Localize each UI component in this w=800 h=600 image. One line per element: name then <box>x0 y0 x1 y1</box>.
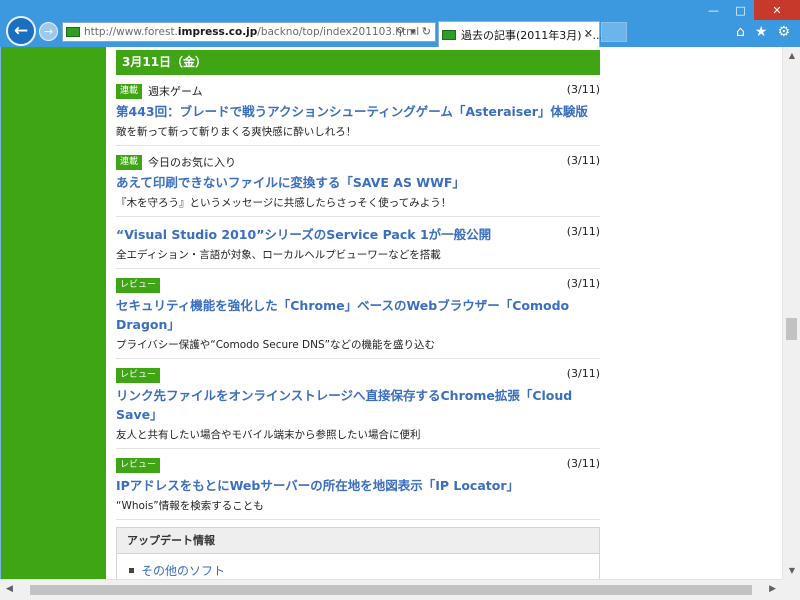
article-item: レビュー (3/11) リンク先ファイルをオンラインストレージへ直接保存するCh… <box>116 359 600 449</box>
search-icon[interactable]: ⚲ <box>396 25 404 38</box>
article-date: (3/11) <box>566 154 600 167</box>
scroll-left-icon[interactable]: ◀ <box>6 584 13 594</box>
address-bar[interactable]: http://www.forest.impress.co.jp/backno/t… <box>62 22 436 42</box>
back-button[interactable]: ← <box>6 16 36 46</box>
article-description: 敵を斬って斬って斬りまくる爽快感に酔いしれろ！ <box>116 126 357 138</box>
article-description: 『木を守ろう』というメッセージに共感したらさっそく使ってみよう！ <box>116 197 452 209</box>
scroll-down-icon[interactable]: ▼ <box>783 566 800 575</box>
url-text[interactable]: http://www.forest.impress.co.jp/backno/t… <box>84 26 419 38</box>
scroll-up-icon[interactable]: ▲ <box>783 51 800 60</box>
article-title-link[interactable]: IPアドレスをもとにWebサーバーの所在地を地図表示「IP Locator」 <box>116 476 600 495</box>
forward-arrow-icon: → <box>43 25 54 38</box>
site-favicon-icon <box>66 27 80 37</box>
scroll-right-icon[interactable]: ▶ <box>769 584 776 594</box>
scrollbar-corner <box>782 579 800 600</box>
window-controls: — □ ✕ <box>700 0 800 20</box>
page-viewport: 3月11日（金） 連載 週末ゲーム (3/11) 第443回：ブレードで戦うアク… <box>0 47 782 579</box>
article-description: プライバシー保護や“Comodo Secure DNS”などの機能を盛り込む <box>116 339 436 351</box>
minimize-button[interactable]: — <box>700 0 727 20</box>
forward-button[interactable]: → <box>39 22 58 41</box>
article-title-link[interactable]: セキュリティ機能を強化した「Chrome」ベースのWebブラウザー「Comodo… <box>116 296 600 334</box>
article-date: (3/11) <box>566 277 600 290</box>
chevron-down-icon[interactable]: ▾ <box>410 25 416 38</box>
horizontal-scroll-thumb[interactable] <box>30 585 752 595</box>
tab-close-icon[interactable]: ✕ <box>584 27 593 40</box>
article-item: 連載 今日のお気に入り (3/11) あえて印刷できないファイルに変換する「SA… <box>116 146 600 217</box>
new-tab-button[interactable] <box>601 22 627 42</box>
vertical-scrollbar[interactable]: ▲ ▼ <box>782 47 800 579</box>
update-info-box: アップデート情報 その他のソフト <box>116 527 600 579</box>
close-window-button[interactable]: ✕ <box>754 0 800 20</box>
article-description: 全エディション・言語が対象、ローカルヘルプビューワーなどを搭載 <box>116 249 441 261</box>
article-description: 友人と共有したい場合やモバイル端末から参照したい場合に便利 <box>116 429 421 441</box>
other-software-link[interactable]: その他のソフト <box>141 562 225 579</box>
horizontal-scrollbar[interactable]: ◀ ▶ <box>0 579 782 600</box>
article-item: レビュー (3/11) セキュリティ機能を強化した「Chrome」ベースのWeb… <box>116 269 600 359</box>
article-item: (3/11) “Visual Studio 2010”シリーズのService … <box>116 217 600 269</box>
article-date: (3/11) <box>566 83 600 96</box>
main-content: 3月11日（金） 連載 週末ゲーム (3/11) 第443回：ブレードで戦うアク… <box>116 50 600 579</box>
article-title-link[interactable]: リンク先ファイルをオンラインストレージへ直接保存するChrome拡張「Cloud… <box>116 386 600 424</box>
left-green-sidebar <box>1 47 106 579</box>
browser-chrome: ← → http://www.forest.impress.co.jp/back… <box>0 0 800 47</box>
article-date: (3/11) <box>566 367 600 380</box>
tab-title: 過去の記事(2011年3月) - ... <box>461 28 604 42</box>
vertical-scroll-thumb[interactable] <box>786 318 797 340</box>
date-header: 3月11日（金） <box>116 50 600 75</box>
series-name: 週末ゲーム <box>148 85 203 98</box>
gear-icon[interactable]: ⚙ <box>777 24 790 40</box>
article-date: (3/11) <box>566 225 600 238</box>
maximize-button[interactable]: □ <box>727 0 754 20</box>
article-description: “Whois”情報を検索することも <box>116 500 264 512</box>
article-date: (3/11) <box>566 457 600 470</box>
category-badge: レビュー <box>116 367 161 383</box>
category-badge: レビュー <box>116 277 161 293</box>
article-title-link[interactable]: “Visual Studio 2010”シリーズのService Pack 1が… <box>116 225 600 244</box>
tab-favicon-icon <box>442 29 456 40</box>
tab-current[interactable]: 過去の記事(2011年3月) - ... ✕ <box>438 21 604 47</box>
article-item: 連載 週末ゲーム (3/11) 第443回：ブレードで戦うアクションシューティン… <box>116 75 600 146</box>
category-badge: レビュー <box>116 457 161 473</box>
refresh-icon[interactable]: ↻ <box>422 25 431 38</box>
home-icon[interactable]: ⌂ <box>736 24 745 40</box>
article-title-link[interactable]: 第443回：ブレードで戦うアクションシューティングゲーム「Asteraiser」… <box>116 102 600 121</box>
series-name: 今日のお気に入り <box>148 156 237 169</box>
back-arrow-icon: ← <box>13 21 29 41</box>
category-badge: 連載 <box>116 154 143 170</box>
star-icon[interactable]: ★ <box>755 24 768 40</box>
update-info-header: アップデート情報 <box>117 528 599 554</box>
article-title-link[interactable]: あえて印刷できないファイルに変換する「SAVE AS WWF」 <box>116 173 600 192</box>
category-badge: 連載 <box>116 83 143 99</box>
bullet-icon <box>129 568 134 573</box>
article-item: レビュー (3/11) IPアドレスをもとにWebサーバーの所在地を地図表示「I… <box>116 449 600 520</box>
